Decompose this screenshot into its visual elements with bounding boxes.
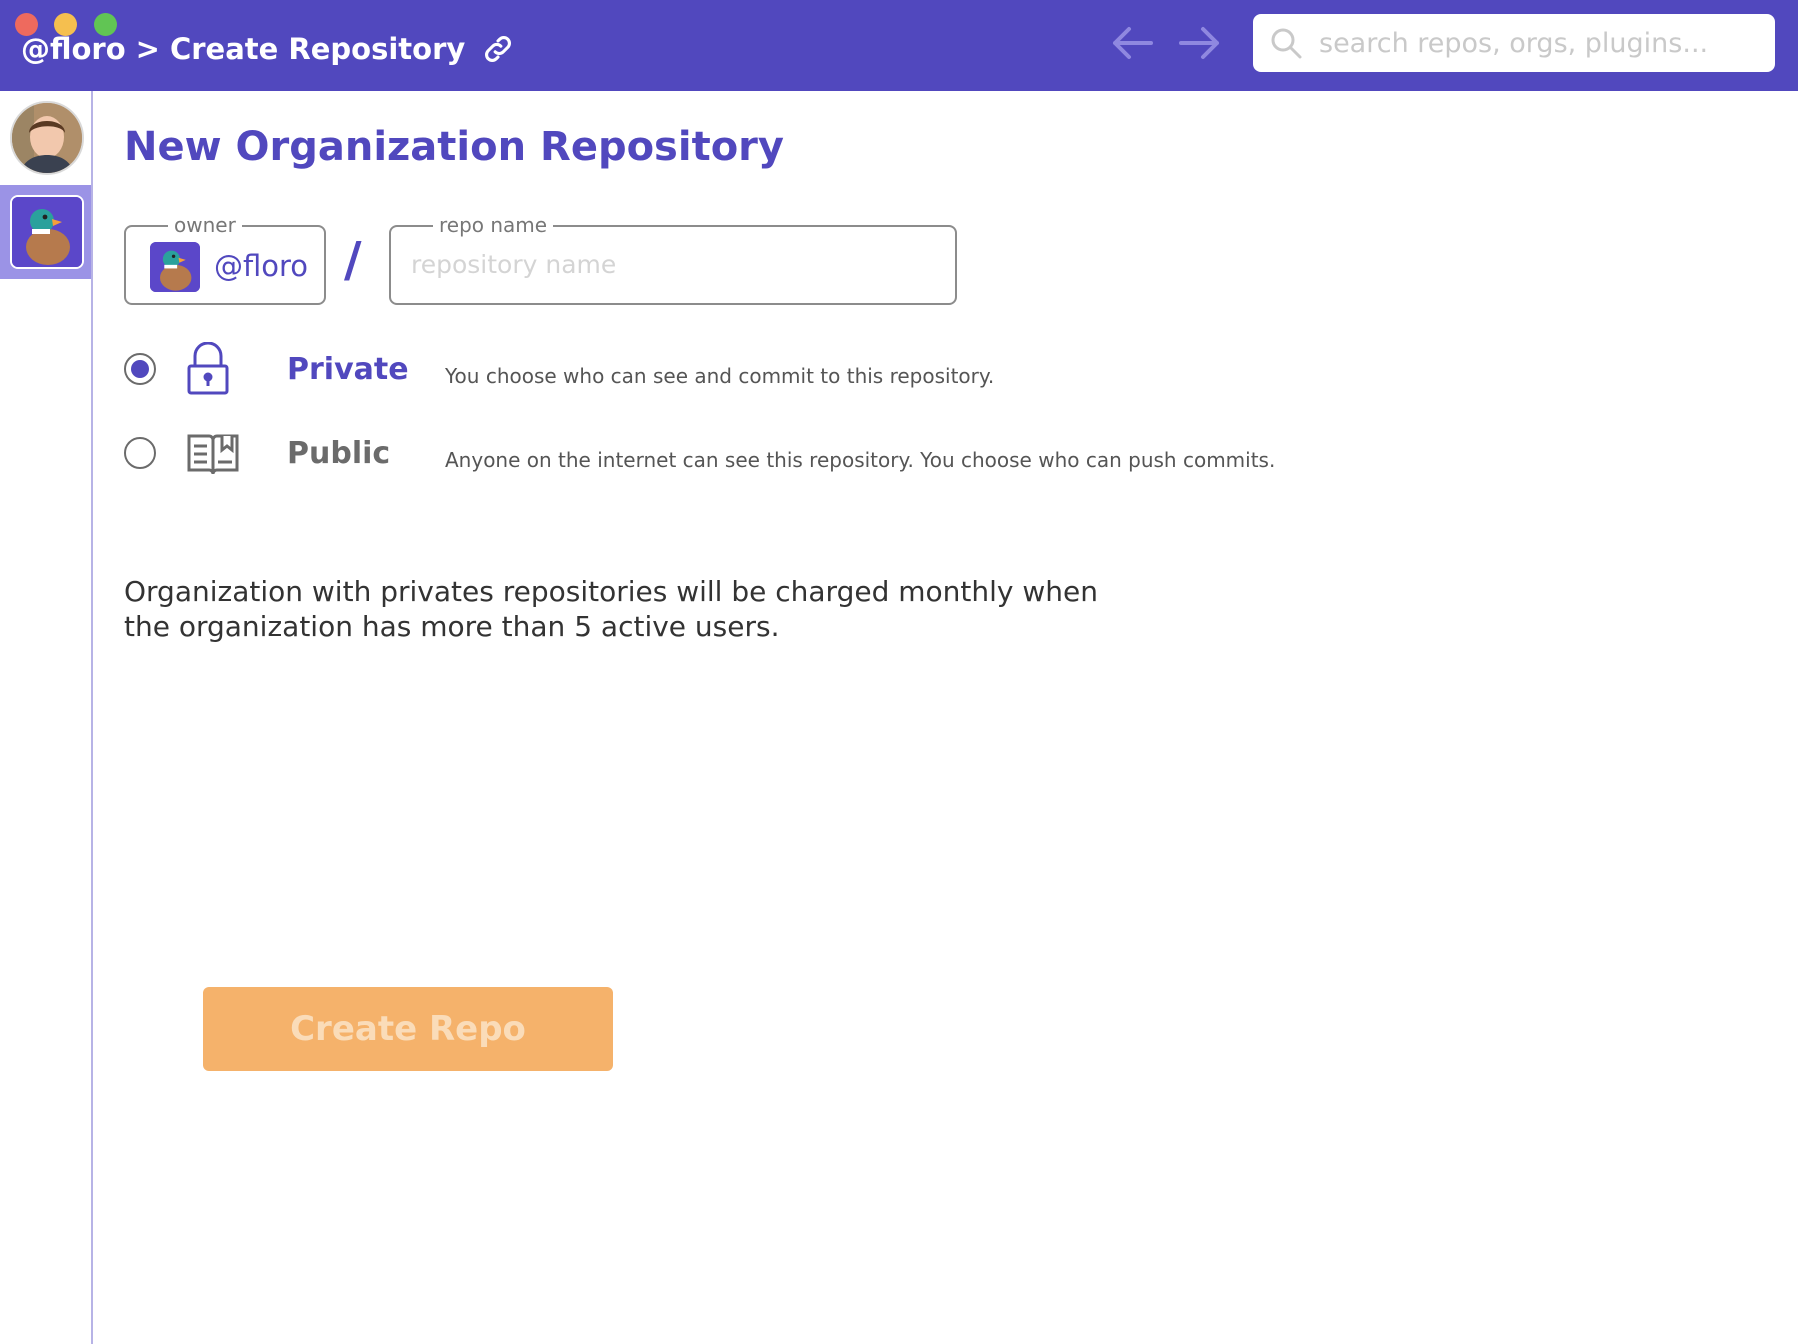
link-icon[interactable] xyxy=(481,32,515,66)
public-description: Anyone on the internet can see this repo… xyxy=(445,448,1276,472)
sidebar-item-org-floro[interactable] xyxy=(0,185,91,279)
repo-name-field[interactable]: repo name xyxy=(389,213,957,305)
search-box[interactable] xyxy=(1253,14,1775,72)
forward-arrow-icon[interactable] xyxy=(1177,23,1223,63)
user-photo xyxy=(12,103,82,173)
breadcrumb-owner[interactable]: @floro xyxy=(21,32,126,66)
page-title: New Organization Repository xyxy=(124,124,784,170)
owner-label: owner xyxy=(168,213,242,237)
breadcrumb-separator: > xyxy=(135,32,160,66)
private-label[interactable]: Private xyxy=(287,352,409,387)
breadcrumb-page: Create Repository xyxy=(169,32,466,66)
repo-name-input[interactable] xyxy=(409,249,933,280)
billing-notice: Organization with privates repositories … xyxy=(124,575,1098,643)
repo-name-label: repo name xyxy=(433,213,554,237)
book-icon xyxy=(187,434,239,475)
owner-field[interactable]: owner @floro xyxy=(124,213,326,305)
public-label[interactable]: Public xyxy=(287,436,390,471)
public-radio[interactable] xyxy=(124,437,156,469)
owner-repo-separator: / xyxy=(344,232,362,288)
back-arrow-icon[interactable] xyxy=(1109,23,1155,63)
search-icon xyxy=(1271,28,1302,59)
private-radio[interactable] xyxy=(124,353,156,385)
title-bar: @floro > Create Repository xyxy=(0,0,1798,91)
search-input[interactable] xyxy=(1317,26,1761,60)
private-description: You choose who can see and commit to thi… xyxy=(445,364,995,388)
owner-handle: @floro xyxy=(214,249,309,283)
duck-logo-icon xyxy=(10,195,84,269)
create-repo-button[interactable]: Create Repo xyxy=(203,987,613,1071)
user-avatar[interactable] xyxy=(10,101,84,175)
duck-logo-icon xyxy=(150,242,200,292)
lock-icon xyxy=(187,342,229,395)
sidebar xyxy=(0,91,93,1344)
breadcrumb: @floro > Create Repository xyxy=(21,32,515,66)
